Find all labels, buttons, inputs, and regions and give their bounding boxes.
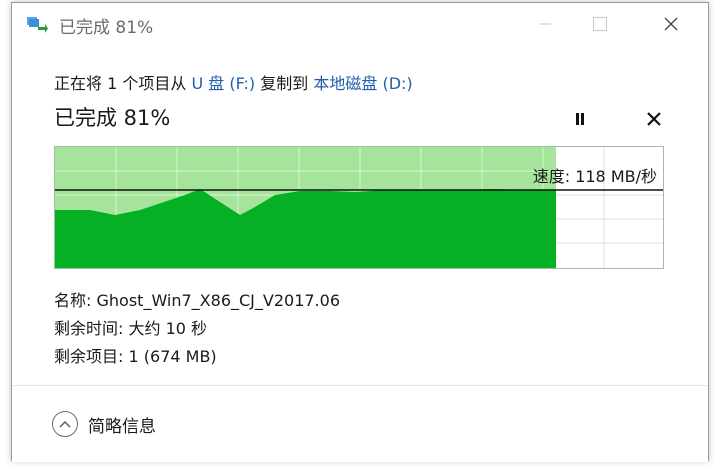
source-link[interactable]: U 盘 (F:) [191,74,255,93]
collapse-details-button[interactable]: 简略信息 [52,411,156,437]
desc-prefix: 正在将 1 个项目从 [54,74,192,93]
name-label: 名称: [54,291,92,310]
speed-label-text: 速度: [532,167,571,186]
time-remaining-row: 剩余时间: 大约 10 秒 [54,315,207,339]
cancel-icon [647,112,661,126]
progress-title: 已完成 81% [54,106,171,130]
title-bar[interactable]: 已完成 81% [12,3,708,45]
close-button[interactable] [648,3,694,45]
close-icon [664,17,678,31]
desc-middle: 复制到 [255,74,314,93]
copy-description: 正在将 1 个项目从 U 盘 (F:) 复制到 本地磁盘 (D:) [54,70,413,94]
destination-link[interactable]: 本地磁盘 (D:) [313,74,412,93]
cancel-button[interactable] [642,107,666,131]
footer: 简略信息 [12,386,708,462]
speed-readout: 速度: 118 MB/秒 [533,163,657,187]
speed-value: 118 MB/秒 [575,167,657,186]
pause-icon [576,113,584,125]
time-value: 大约 10 秒 [128,319,208,338]
maximize-button[interactable] [577,3,623,45]
minimize-button[interactable] [522,3,568,45]
chevron-up-icon [52,411,78,437]
copy-progress-window: 已完成 81% 正在将 1 个项目从 U 盘 (F:) 复制到 本地磁盘 (D:… [11,2,709,462]
window-title: 已完成 81% [59,18,154,38]
transfer-speed-graph: 速度: 118 MB/秒 [54,146,664,269]
minimize-icon [539,23,551,25]
name-row: 名称: Ghost_Win7_X86_CJ_V2017.06 [54,287,340,311]
pause-button[interactable] [568,107,592,131]
items-remaining-row: 剩余项目: 1 (674 MB) [54,343,217,367]
items-value: 1 (674 MB) [128,347,217,366]
maximize-icon [593,17,607,31]
copy-icon [27,17,48,33]
collapse-label: 简略信息 [88,416,156,437]
name-value: Ghost_Win7_X86_CJ_V2017.06 [96,291,341,310]
items-label: 剩余项目: [54,347,124,366]
time-label: 剩余时间: [54,319,124,338]
